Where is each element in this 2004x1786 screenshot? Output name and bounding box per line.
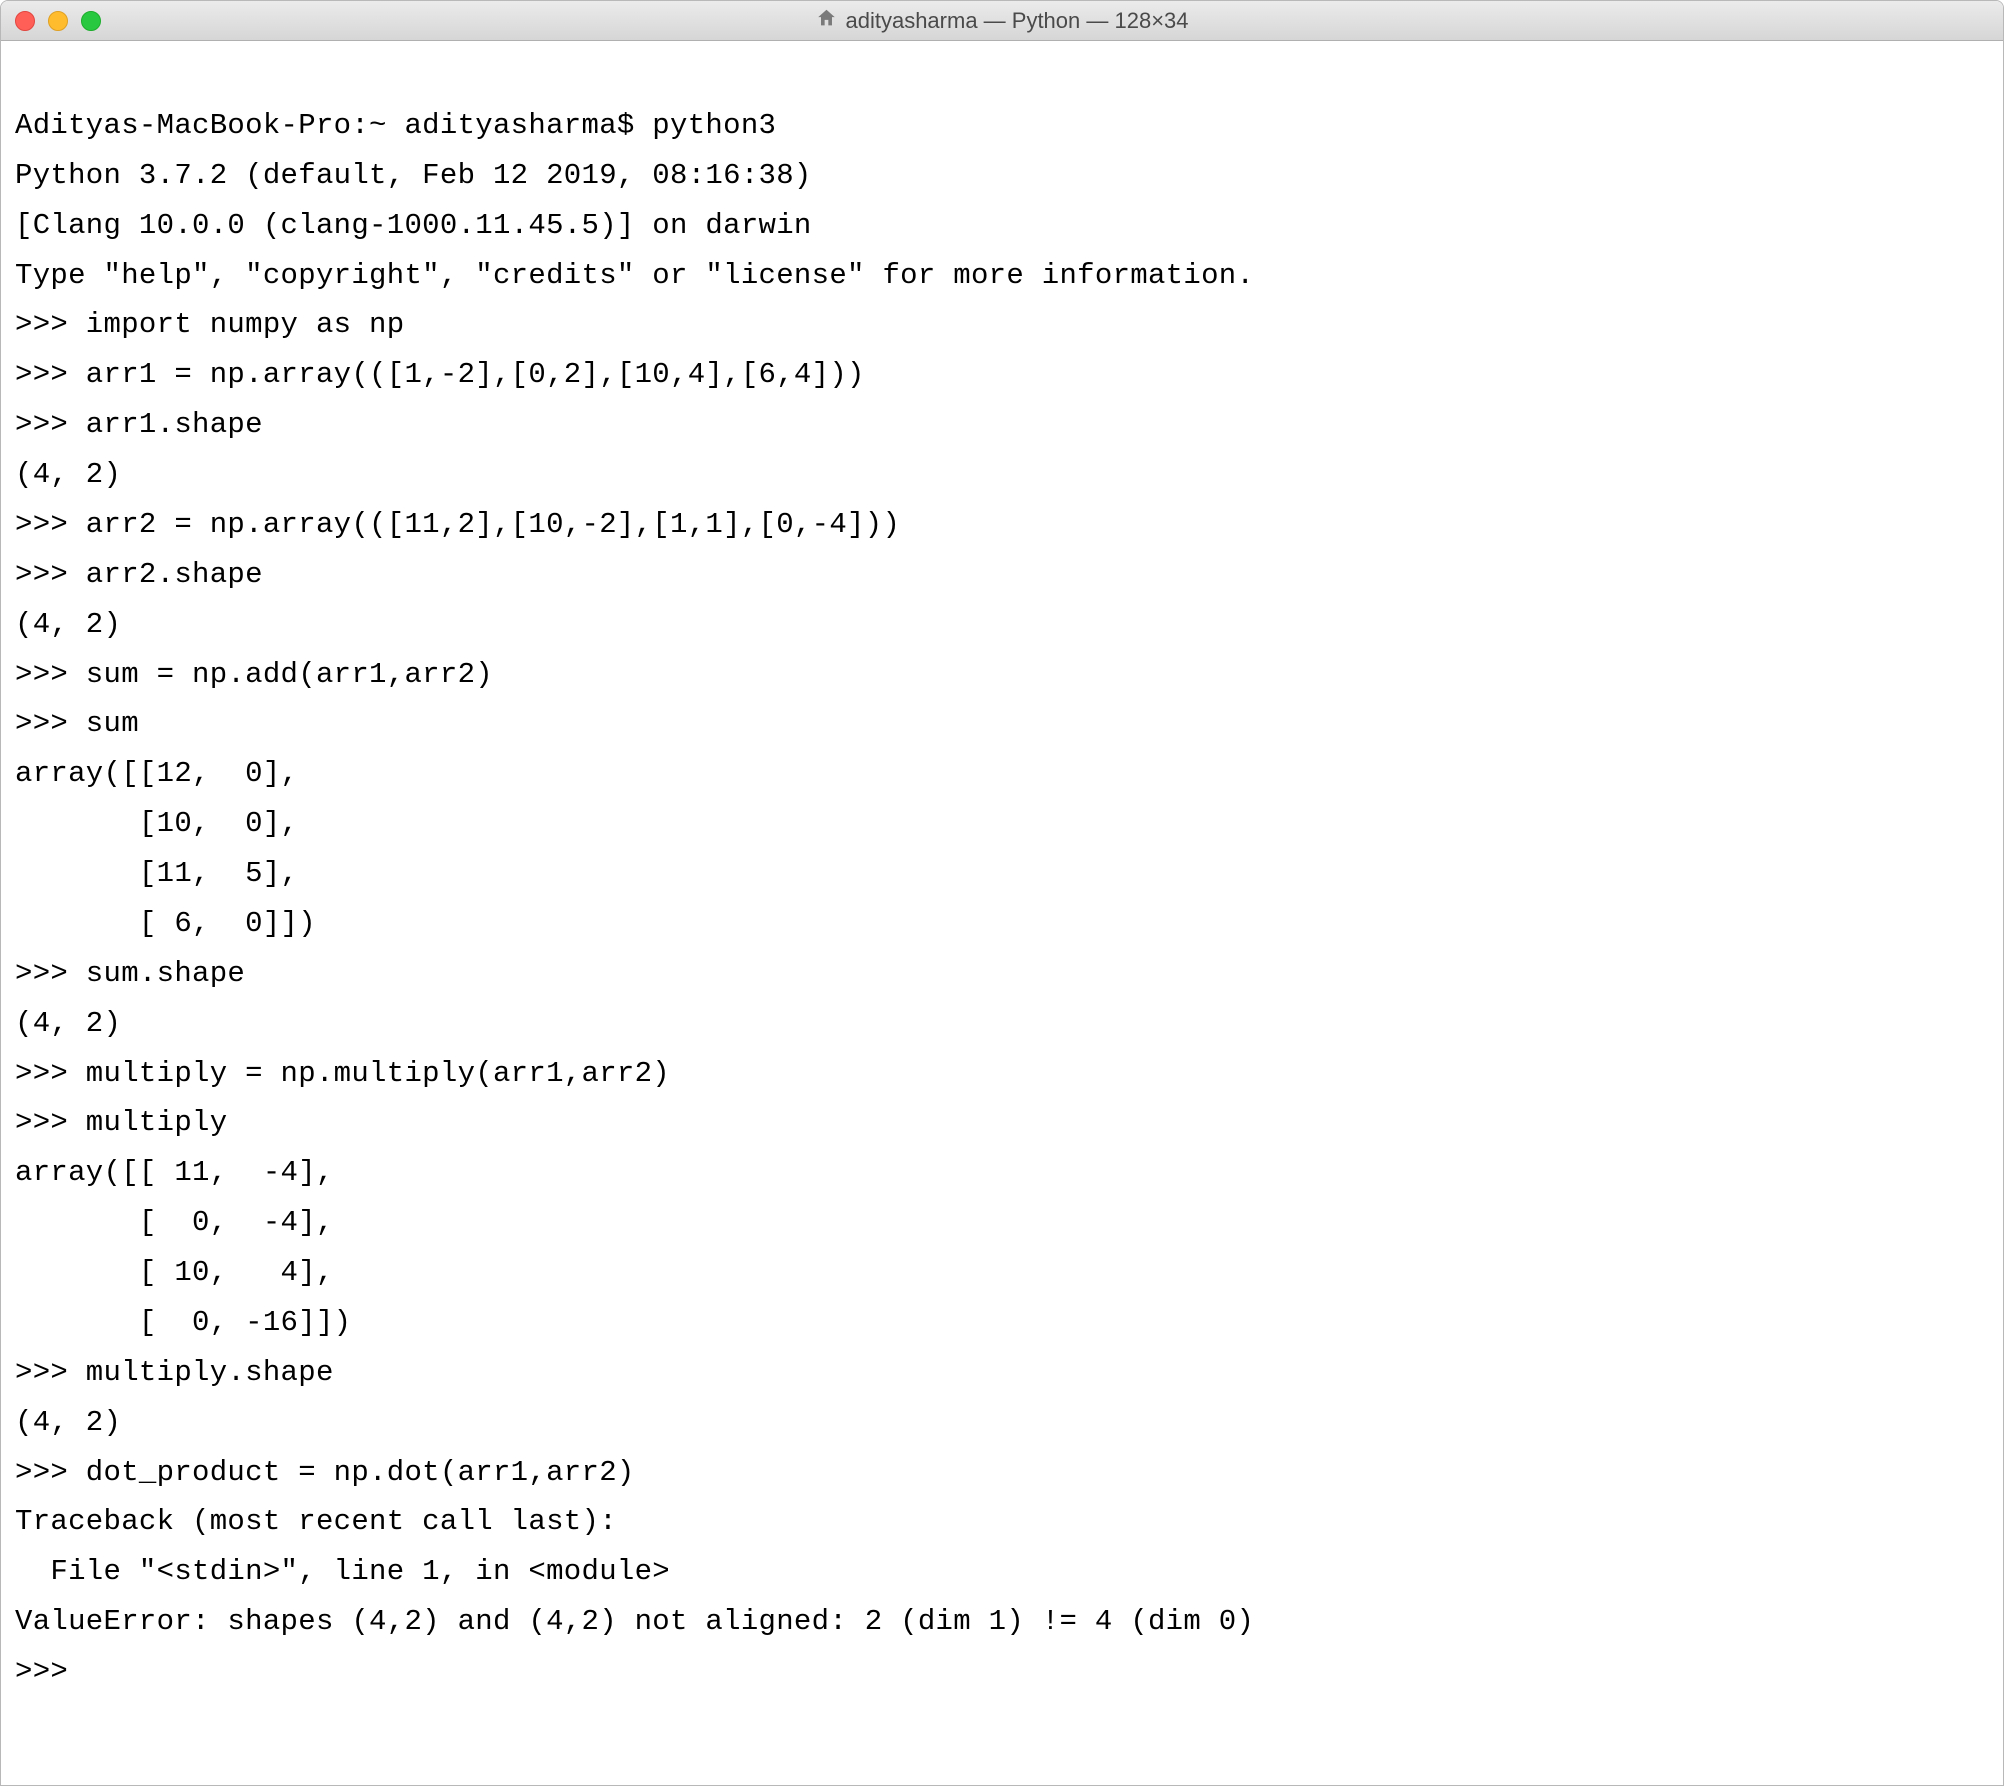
- terminal-line: Python 3.7.2 (default, Feb 12 2019, 08:1…: [15, 159, 812, 192]
- terminal-line: ValueError: shapes (4,2) and (4,2) not a…: [15, 1605, 1254, 1638]
- terminal-line: array([[12, 0],: [15, 757, 298, 790]
- terminal-line: >>> arr1.shape: [15, 408, 263, 441]
- window-title: adityasharma — Python — 128×34: [845, 8, 1188, 34]
- terminal-line: [ 10, 4],: [15, 1256, 334, 1289]
- terminal-line: (4, 2): [15, 608, 121, 641]
- terminal-line: (4, 2): [15, 1007, 121, 1040]
- terminal-line: [Clang 10.0.0 (clang-1000.11.45.5)] on d…: [15, 209, 812, 242]
- maximize-button[interactable]: [81, 11, 101, 31]
- terminal-line: array([[ 11, -4],: [15, 1156, 334, 1189]
- terminal-window: adityasharma — Python — 128×34 Adityas-M…: [0, 0, 2004, 1786]
- home-icon: [815, 7, 837, 35]
- terminal-line: Traceback (most recent call last):: [15, 1505, 617, 1538]
- terminal-line: >>> sum.shape: [15, 957, 245, 990]
- terminal-line: File "<stdin>", line 1, in <module>: [15, 1555, 670, 1588]
- terminal-line: [ 0, -16]]): [15, 1306, 351, 1339]
- terminal-line: >>>: [15, 1655, 86, 1688]
- terminal-line: >>> arr2.shape: [15, 558, 263, 591]
- terminal-line: >>> sum = np.add(arr1,arr2): [15, 658, 493, 691]
- terminal-output[interactable]: Adityas-MacBook-Pro:~ adityasharma$ pyth…: [1, 41, 2003, 1785]
- terminal-line: >>> arr2 = np.array(([11,2],[10,-2],[1,1…: [15, 508, 900, 541]
- terminal-line: Type "help", "copyright", "credits" or "…: [15, 259, 1254, 292]
- terminal-line: [10, 0],: [15, 807, 298, 840]
- terminal-line: [11, 5],: [15, 857, 298, 890]
- terminal-line: >>> sum: [15, 707, 139, 740]
- terminal-line: [ 6, 0]]): [15, 907, 316, 940]
- close-button[interactable]: [15, 11, 35, 31]
- terminal-line: >>> multiply = np.multiply(arr1,arr2): [15, 1057, 670, 1090]
- terminal-line: (4, 2): [15, 1406, 121, 1439]
- terminal-line: (4, 2): [15, 458, 121, 491]
- terminal-line: Adityas-MacBook-Pro:~ adityasharma$ pyth…: [15, 109, 776, 142]
- terminal-line: >>> multiply: [15, 1106, 227, 1139]
- minimize-button[interactable]: [48, 11, 68, 31]
- terminal-line: >>> multiply.shape: [15, 1356, 334, 1389]
- window-title-area: adityasharma — Python — 128×34: [815, 7, 1188, 35]
- terminal-line: >>> dot_product = np.dot(arr1,arr2): [15, 1456, 635, 1489]
- terminal-line: [ 0, -4],: [15, 1206, 334, 1239]
- window-controls: [15, 11, 101, 31]
- terminal-line: >>> import numpy as np: [15, 308, 404, 341]
- titlebar[interactable]: adityasharma — Python — 128×34: [1, 1, 2003, 41]
- terminal-line: >>> arr1 = np.array(([1,-2],[0,2],[10,4]…: [15, 358, 865, 391]
